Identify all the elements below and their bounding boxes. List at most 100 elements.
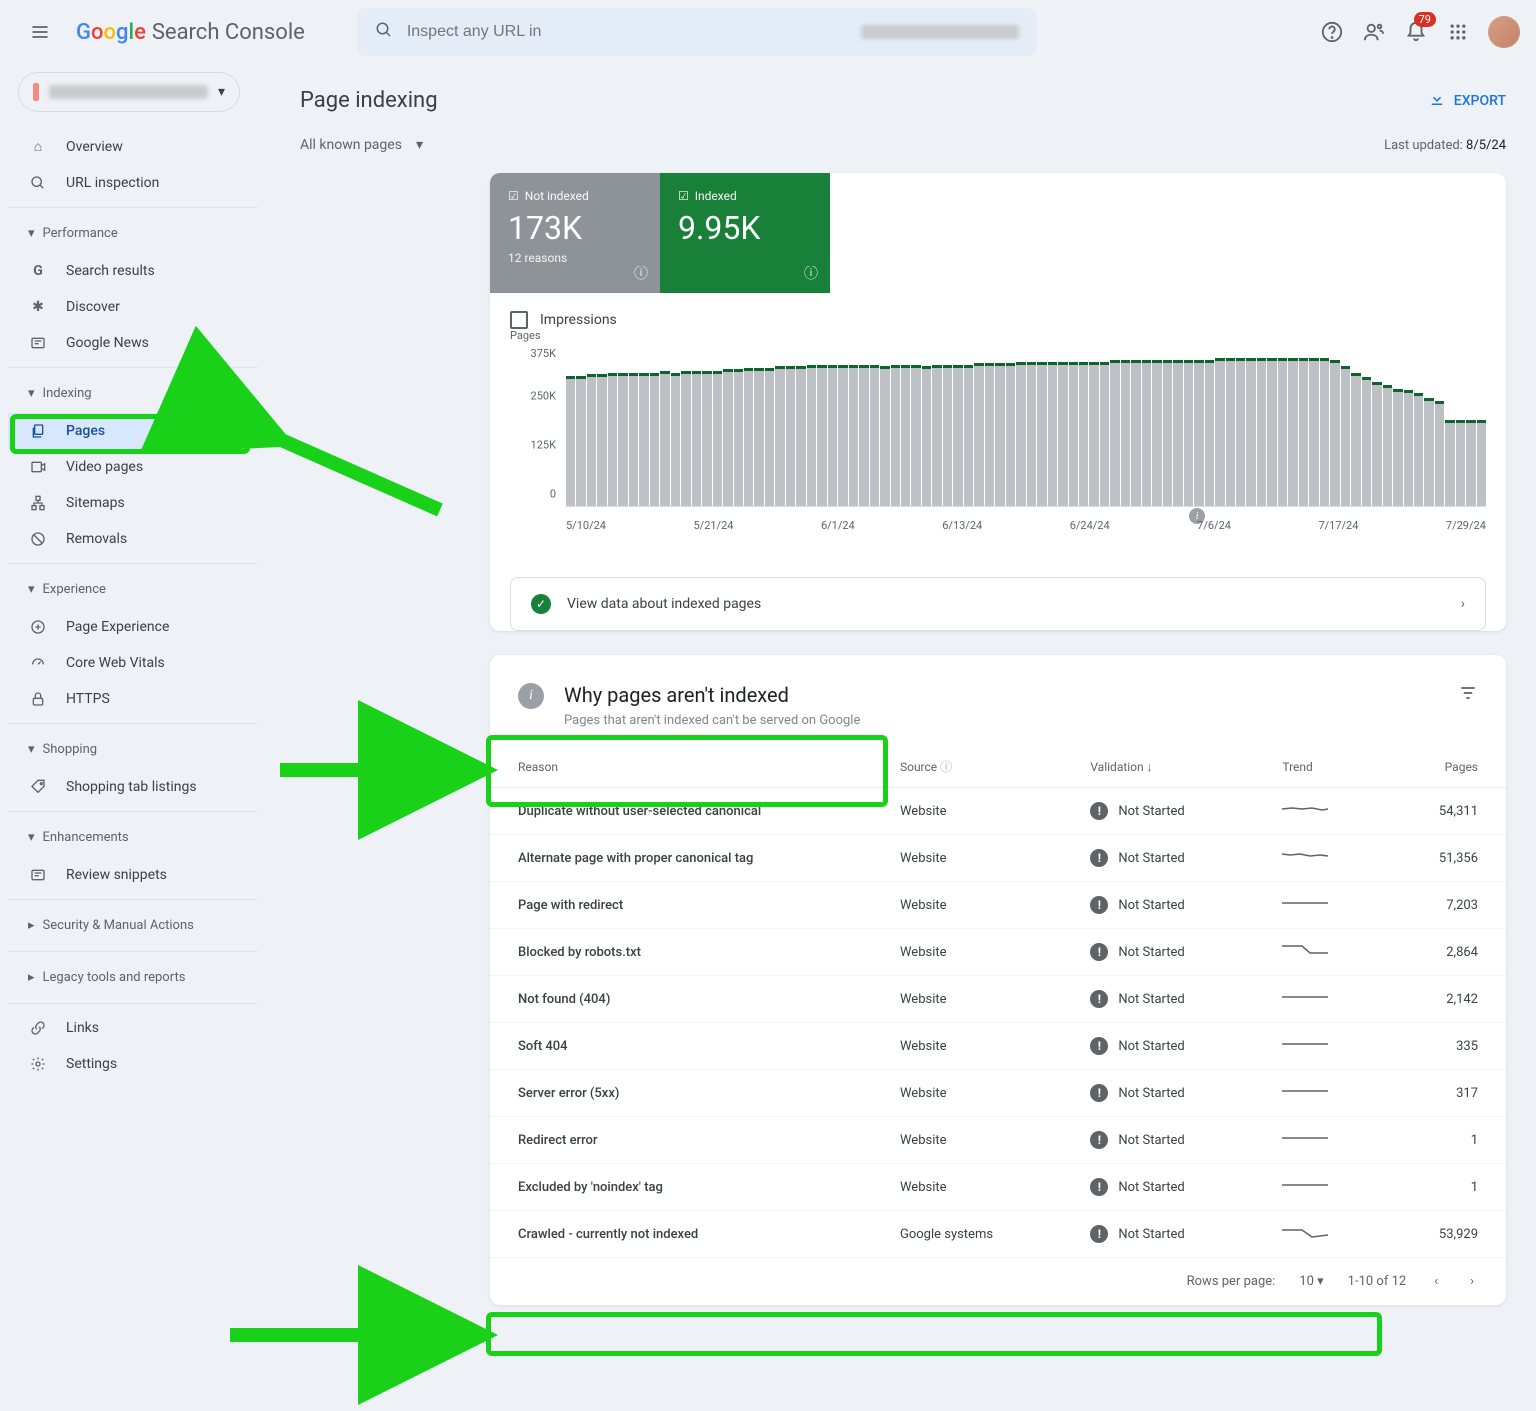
stat-value: 9.95K (678, 209, 812, 247)
sidebar-item-google-news[interactable]: Google News (8, 325, 258, 361)
sidebar-label: Review snippets (66, 867, 167, 883)
cell-trend (1254, 1211, 1384, 1258)
table-row[interactable]: Redirect error Website !Not Started 1 (490, 1117, 1506, 1164)
table-row[interactable]: Crawled - currently not indexed Google s… (490, 1211, 1506, 1258)
impressions-label: Impressions (540, 312, 617, 328)
sidebar-item-pages[interactable]: Pages (8, 413, 258, 449)
chevron-right-icon: ▸ (28, 970, 35, 985)
table-row[interactable]: Not found (404) Website !Not Started 2,1… (490, 976, 1506, 1023)
sidebar-label: Pages (66, 423, 105, 439)
sidebar-item-url-inspection[interactable]: URL inspection (8, 165, 258, 201)
checkbox-checked-icon: ☑ (508, 189, 519, 203)
cell-pages: 1 (1385, 1164, 1506, 1211)
cell-reason: Redirect error (490, 1117, 872, 1164)
reasons-card: i Why pages aren't indexed Pages that ar… (490, 655, 1506, 1305)
col-source[interactable]: Source ⓘ (872, 746, 1062, 788)
rpp-selector[interactable]: 10 ▾ (1299, 1274, 1323, 1289)
prev-page-icon[interactable]: ‹ (1430, 1270, 1442, 1293)
sidebar-item-shopping-tab[interactable]: Shopping tab listings (8, 769, 258, 805)
cell-source: Website (872, 1117, 1062, 1164)
sidebar-item-review-snippets[interactable]: Review snippets (8, 857, 258, 893)
cell-reason: Crawled - currently not indexed (490, 1211, 872, 1258)
help-icon[interactable]: ⓘ (940, 760, 952, 774)
cell-trend (1254, 929, 1384, 976)
cell-pages: 54,311 (1385, 788, 1506, 835)
sidebar-item-sitemaps[interactable]: Sitemaps (8, 485, 258, 521)
sidebar-item-video-pages[interactable]: Video pages (8, 449, 258, 485)
url-inspect-search[interactable] (357, 8, 1037, 56)
sidebar-item-discover[interactable]: ✱Discover (8, 289, 258, 325)
url-inspect-input[interactable] (407, 23, 848, 41)
cell-reason: Soft 404 (490, 1023, 872, 1070)
cell-pages: 1 (1385, 1117, 1506, 1164)
apps-grid-icon[interactable] (1446, 20, 1470, 44)
redacted-property-name (49, 85, 208, 99)
sidebar-section-performance[interactable]: ▾Performance (8, 214, 258, 253)
check-circle-icon: ✓ (531, 594, 551, 614)
status-dot-icon: ! (1090, 943, 1108, 961)
view-indexed-data-link[interactable]: ✓ View data about indexed pages › (510, 577, 1486, 631)
status-dot-icon: ! (1090, 896, 1108, 914)
sidebar-item-links[interactable]: Links (8, 1010, 258, 1046)
account-avatar[interactable] (1488, 16, 1520, 48)
sidebar-section-experience[interactable]: ▾Experience (8, 570, 258, 609)
cell-reason: Server error (5xx) (490, 1070, 872, 1117)
discover-icon: ✱ (28, 299, 48, 315)
sidebar-section-legacy[interactable]: ▸Legacy tools and reports (8, 958, 258, 997)
chevron-down-icon: ▾ (28, 386, 35, 401)
cell-validation: !Not Started (1062, 1211, 1254, 1258)
sidebar-label: Removals (66, 531, 127, 547)
impressions-checkbox[interactable] (510, 311, 528, 329)
stat-indexed[interactable]: ☑Indexed 9.95K ⓘ (660, 173, 830, 293)
next-page-icon[interactable]: › (1466, 1270, 1478, 1293)
plus-circle-icon (28, 619, 48, 635)
sidebar-item-https[interactable]: HTTPS (8, 681, 258, 717)
table-row[interactable]: Page with redirect Website !Not Started … (490, 882, 1506, 929)
product-logo[interactable]: Google Search Console (76, 20, 305, 45)
notifications-icon[interactable]: 79 (1404, 20, 1428, 44)
col-pages[interactable]: Pages (1385, 746, 1506, 788)
table-row[interactable]: Alternate page with proper canonical tag… (490, 835, 1506, 882)
table-row[interactable]: Blocked by robots.txt Website !Not Start… (490, 929, 1506, 976)
hamburger-menu-icon[interactable] (16, 8, 64, 56)
sidebar-section-indexing[interactable]: ▾Indexing (8, 374, 258, 413)
chevron-down-icon: ▾ (416, 137, 423, 153)
export-button[interactable]: EXPORT (1428, 90, 1506, 112)
sidebar-item-settings[interactable]: Settings (8, 1046, 258, 1082)
table-row[interactable]: Excluded by 'noindex' tag Website !Not S… (490, 1164, 1506, 1211)
help-icon[interactable]: ⓘ (634, 263, 648, 283)
info-icon: i (518, 683, 544, 709)
search-icon (28, 175, 48, 191)
cell-validation: !Not Started (1062, 788, 1254, 835)
col-validation[interactable]: Validation ↓ (1062, 746, 1254, 788)
sidebar-item-search-results[interactable]: GSearch results (8, 253, 258, 289)
col-trend[interactable]: Trend (1254, 746, 1384, 788)
sidebar-item-removals[interactable]: Removals (8, 521, 258, 557)
sidebar-label: HTTPS (66, 691, 110, 707)
cell-source: Website (872, 929, 1062, 976)
sidebar-label: Core Web Vitals (66, 655, 165, 671)
cell-trend (1254, 1023, 1384, 1070)
sidebar-section-enhancements[interactable]: ▾Enhancements (8, 818, 258, 857)
sidebar-item-page-experience[interactable]: Page Experience (8, 609, 258, 645)
cell-validation: !Not Started (1062, 976, 1254, 1023)
col-reason[interactable]: Reason (490, 746, 872, 788)
help-icon[interactable] (1320, 20, 1344, 44)
sidebar-item-core-web-vitals[interactable]: Core Web Vitals (8, 645, 258, 681)
filter-icon[interactable] (1458, 683, 1478, 707)
property-selector[interactable]: ▾ (18, 72, 240, 112)
status-dot-icon: ! (1090, 1037, 1108, 1055)
stat-not-indexed[interactable]: ☑Not indexed 173K 12 reasons ⓘ (490, 173, 660, 293)
page-filter-dropdown[interactable]: All known pages ▾ (300, 137, 423, 153)
chart-bars: i (566, 347, 1486, 507)
cell-pages: 335 (1385, 1023, 1506, 1070)
users-icon[interactable] (1362, 20, 1386, 44)
sidebar-item-overview[interactable]: ⌂Overview (8, 128, 258, 165)
table-row[interactable]: Server error (5xx) Website !Not Started … (490, 1070, 1506, 1117)
table-row[interactable]: Duplicate without user-selected canonica… (490, 788, 1506, 835)
table-row[interactable]: Soft 404 Website !Not Started 335 (490, 1023, 1506, 1070)
help-icon[interactable]: ⓘ (804, 263, 818, 283)
indexing-chart-card: ☑Not indexed 173K 12 reasons ⓘ ☑Indexed … (490, 173, 1506, 631)
sidebar-section-shopping[interactable]: ▾Shopping (8, 730, 258, 769)
sidebar-section-security[interactable]: ▸Security & Manual Actions (8, 906, 258, 945)
